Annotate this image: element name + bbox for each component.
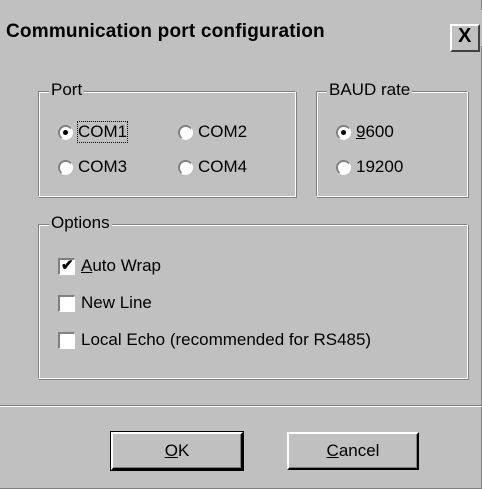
radio-baud-9600[interactable]: 9600 xyxy=(336,122,394,142)
radio-button-icon[interactable] xyxy=(178,124,193,140)
radio-button-icon[interactable] xyxy=(58,124,73,140)
cancel-button[interactable]: Cancel xyxy=(287,432,419,470)
ok-button-label: OK xyxy=(164,441,190,460)
checkmark-icon: ✔ xyxy=(61,256,74,274)
close-button[interactable]: X xyxy=(450,24,480,52)
radio-button-icon[interactable] xyxy=(336,159,351,175)
options-legend: Options xyxy=(49,213,112,233)
checkbox-local-echo[interactable]: Local Echo (recommended for RS485) xyxy=(58,330,371,350)
radio-button-icon[interactable] xyxy=(58,159,73,175)
port-config-dialog: Communication port configuration X Port … xyxy=(0,0,482,489)
baud-rate-group: BAUD rate xyxy=(316,80,468,197)
checkbox-box[interactable]: ✔ xyxy=(58,256,75,275)
checkbox-local-echo-label: Local Echo (recommended for RS485) xyxy=(81,330,372,349)
radio-baud-9600-label: 9600 xyxy=(356,122,394,141)
baud-rate-legend: BAUD rate xyxy=(327,80,413,100)
cancel-button-label: Cancel xyxy=(326,441,380,460)
checkbox-auto-wrap-label: Auto Wrap xyxy=(81,256,162,275)
title-bar[interactable]: Communication port configuration X xyxy=(0,10,482,52)
divider xyxy=(0,405,482,407)
window-title: Communication port configuration xyxy=(6,21,325,42)
checkbox-box[interactable] xyxy=(58,331,75,349)
close-icon: X xyxy=(458,25,472,47)
checkbox-auto-wrap[interactable]: ✔ Auto Wrap xyxy=(58,256,161,276)
radio-baud-19200[interactable]: 19200 xyxy=(336,157,403,177)
radio-baud-19200-label: 19200 xyxy=(356,157,404,176)
radio-com1[interactable]: COM1 xyxy=(58,121,129,143)
radio-button-icon[interactable] xyxy=(336,124,351,140)
radio-com2-label: COM2 xyxy=(198,122,248,141)
radio-com3[interactable]: COM3 xyxy=(58,157,127,177)
checkbox-box[interactable] xyxy=(58,294,75,312)
radio-com2[interactable]: COM2 xyxy=(178,122,247,142)
ok-button[interactable]: OK xyxy=(110,431,244,471)
radio-com3-label: COM3 xyxy=(78,157,128,176)
radio-com4[interactable]: COM4 xyxy=(178,157,247,177)
checkbox-new-line[interactable]: New Line xyxy=(58,293,152,313)
port-group-legend: Port xyxy=(49,80,85,100)
checkbox-new-line-label: New Line xyxy=(81,293,152,312)
radio-com4-label: COM4 xyxy=(198,157,248,176)
radio-button-icon[interactable] xyxy=(178,159,193,175)
port-group: Port xyxy=(38,80,296,197)
radio-com1-label: COM1 xyxy=(76,121,129,143)
